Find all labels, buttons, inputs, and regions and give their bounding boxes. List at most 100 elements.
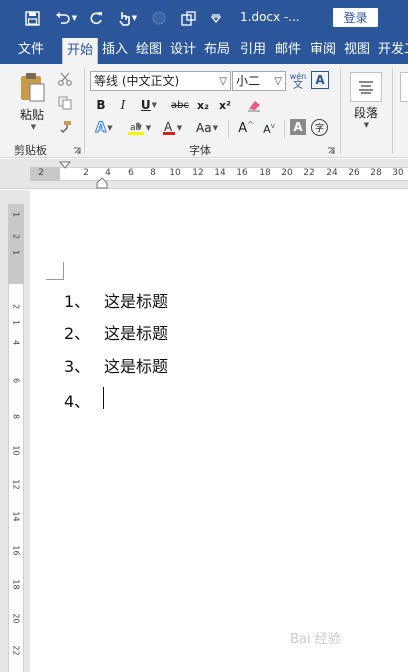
ruler-tick: 10 xyxy=(169,168,181,178)
paste-button[interactable]: 粘贴 xyxy=(14,106,50,122)
grow-font-button[interactable]: A ^ xyxy=(236,118,256,138)
list-number: 1、 xyxy=(64,292,91,311)
ruler-tick: 18 xyxy=(11,579,21,590)
undo-icon[interactable]: ▼ xyxy=(52,8,80,28)
separator xyxy=(340,68,341,154)
separator xyxy=(228,120,229,138)
clear-formatting-icon[interactable] xyxy=(245,96,263,114)
highlight-color-icon[interactable]: ab ▼ xyxy=(124,118,154,138)
copy-icon[interactable] xyxy=(56,94,74,112)
tab-insert[interactable]: 插入 xyxy=(99,36,131,64)
list-text: 这是标题 xyxy=(104,292,169,311)
tab-mailings[interactable]: 邮件 xyxy=(271,36,305,64)
separator xyxy=(284,120,285,138)
paste-dropdown-icon[interactable]: ▼ xyxy=(28,122,38,132)
list-number: 2、 xyxy=(64,324,91,343)
paragraph-button[interactable]: 段落 xyxy=(349,104,383,120)
paragraph-icon[interactable] xyxy=(350,72,382,102)
text-effects-icon[interactable]: A ▼ xyxy=(92,118,116,138)
title-bar: ▼ ▼ 1.docx -... 登录 xyxy=(0,0,408,36)
save-icon[interactable] xyxy=(22,8,42,28)
enclose-characters-button[interactable]: 字 xyxy=(311,119,328,136)
italic-button[interactable]: I xyxy=(116,96,130,114)
change-case-button[interactable]: Aa ▼ xyxy=(192,118,222,138)
hanging-indent-marker[interactable] xyxy=(96,177,108,189)
document-title: 1.docx -... xyxy=(240,10,300,24)
text-cursor xyxy=(103,387,104,409)
strikethrough-button[interactable]: abc xyxy=(170,96,190,114)
ruler-tick: 20 xyxy=(11,613,21,624)
phonetic-guide-icon[interactable]: wén 文 xyxy=(289,70,307,92)
ruler-tick: 16 xyxy=(11,545,21,556)
underline-label: U xyxy=(140,98,151,112)
ruler-tick: 2 xyxy=(38,168,44,178)
horizontal-ruler[interactable]: 2 2 4 6 8 10 12 14 16 18 20 22 24 26 28 … xyxy=(0,159,408,189)
tab-layout[interactable]: 布局 xyxy=(201,36,233,64)
ruler-tick: 12 xyxy=(192,168,204,178)
list-item[interactable]: 4、 xyxy=(64,388,104,412)
login-button[interactable]: 登录 xyxy=(333,8,378,27)
ruler-tick: 16 xyxy=(236,168,248,178)
ruler-tick: 2 xyxy=(83,168,89,178)
list-number: 4、 xyxy=(64,392,91,411)
tab-design[interactable]: 设计 xyxy=(167,36,199,64)
font-launcher-icon[interactable] xyxy=(326,146,336,156)
paragraph-dropdown-icon[interactable]: ▼ xyxy=(361,120,371,130)
ruler-tick: 22 xyxy=(11,645,21,656)
font-size-select[interactable]: 小二 ▽ xyxy=(232,71,286,91)
vertical-ruler[interactable]: 1 2 1 2 1 4 6 8 10 12 14 16 18 20 22 xyxy=(0,190,30,672)
format-painter-icon[interactable] xyxy=(56,118,74,136)
cut-icon[interactable] xyxy=(56,70,74,88)
subscript-button[interactable]: x₂ xyxy=(194,96,212,114)
superscript-button[interactable]: x² xyxy=(216,96,234,114)
tab-draw[interactable]: 绘图 xyxy=(133,36,165,64)
ruler-tick: 6 xyxy=(11,377,21,384)
first-line-indent-marker[interactable] xyxy=(59,161,71,169)
tab-references[interactable]: 引用 xyxy=(237,36,269,64)
tab-home[interactable]: 开始 xyxy=(62,38,98,64)
chevron-down-icon: ▽ xyxy=(219,76,227,87)
font-color-icon[interactable]: A ▼ xyxy=(158,118,186,138)
change-case-label: Aa xyxy=(196,121,212,135)
circle-icon[interactable] xyxy=(150,8,168,28)
tab-view[interactable]: 视图 xyxy=(341,36,373,64)
ruler-tick: 10 xyxy=(11,445,21,456)
tab-developer[interactable]: 开发工 xyxy=(378,36,408,64)
bold-button[interactable]: B xyxy=(94,96,108,114)
character-border-icon[interactable]: A xyxy=(311,71,329,89)
ruler-tick: 12 xyxy=(11,479,21,490)
shrink-font-button[interactable]: Av xyxy=(260,120,278,138)
font-name-select[interactable]: 等线 (中文正文) ▽ xyxy=(90,71,231,91)
underline-button[interactable]: U ▼ xyxy=(138,96,160,114)
screenshot-icon[interactable] xyxy=(178,8,198,28)
font-size-value: 小二 xyxy=(236,74,261,88)
ruler-tick: 2 xyxy=(11,303,21,310)
tab-file[interactable]: 文件 xyxy=(12,36,50,64)
touch-mode-icon[interactable]: ▼ xyxy=(112,8,142,28)
ruler-tick: 1 xyxy=(11,249,21,256)
list-item[interactable]: 2、 这是标题 xyxy=(64,320,168,344)
list-number: 3、 xyxy=(64,357,91,376)
ruler-tick: 2 xyxy=(11,233,21,240)
tab-review[interactable]: 审阅 xyxy=(307,36,339,64)
document-page[interactable] xyxy=(30,190,408,672)
list-item[interactable]: 3、 这是标题 xyxy=(64,353,168,377)
list-text: 这是标题 xyxy=(104,357,169,376)
ruler-tick: 1 xyxy=(11,211,21,218)
list-text: 这是标题 xyxy=(104,324,169,343)
character-shading-icon[interactable]: A xyxy=(290,119,306,135)
shrink-font-label: A xyxy=(263,122,271,136)
margin-corner-mark xyxy=(46,262,64,280)
ribbon-home: 粘贴 ▼ 剪贴板 等线 (中文正文) ▽ 小二 ▽ wén 文 A B I U ▼… xyxy=(0,64,408,158)
list-item[interactable]: 1、 这是标题 xyxy=(64,288,168,312)
ruler-tick: 4 xyxy=(11,339,21,346)
ruler-tick: 28 xyxy=(370,168,382,178)
clipboard-group-label: 剪贴板 xyxy=(14,144,47,157)
customize-toolbar-icon[interactable] xyxy=(208,8,224,28)
paste-icon[interactable] xyxy=(14,70,50,104)
font-group-label: 字体 xyxy=(189,144,211,157)
styles-partial-icon[interactable] xyxy=(400,72,408,102)
redo-icon[interactable] xyxy=(86,8,106,28)
clipboard-launcher-icon[interactable] xyxy=(72,146,82,156)
grow-font-label: A xyxy=(238,120,248,136)
